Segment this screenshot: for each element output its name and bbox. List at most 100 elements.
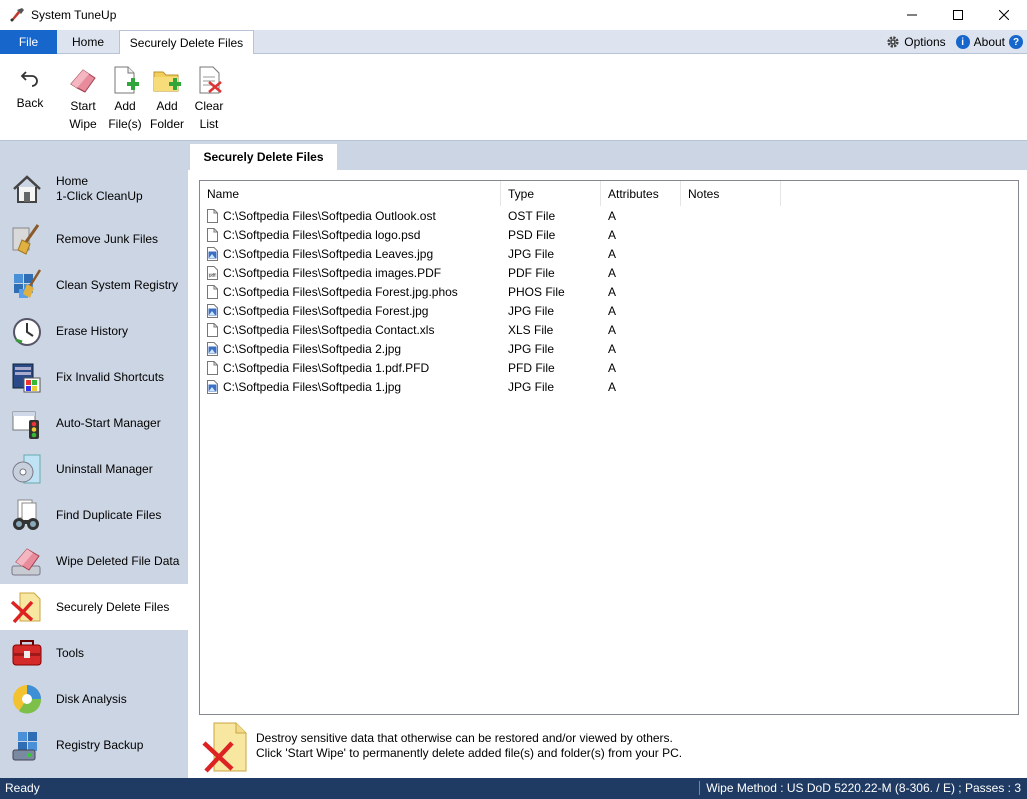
file-list[interactable]: Name Type Attributes Notes C:\Softpedia … [199, 180, 1019, 715]
add-folder-button[interactable]: Add Folder [147, 64, 187, 133]
cell-name: C:\Softpedia Files\Softpedia 1.jpg [207, 377, 401, 396]
file-path: C:\Softpedia Files\Softpedia Forest.jpg.… [223, 284, 458, 299]
back-arrow-icon [20, 71, 38, 87]
cell-attributes: A [608, 265, 617, 280]
close-icon [999, 10, 1009, 20]
disc-icon [12, 454, 41, 484]
sidebar-item-remove-junk-files[interactable]: Remove Junk Files [0, 216, 188, 262]
table-row[interactable]: C:\Softpedia Files\Softpedia 1.pdf.PFD PF… [200, 358, 1018, 377]
start-wipe-label: Start Wipe [69, 99, 97, 131]
cell-attributes: A [608, 341, 617, 356]
status-bar: Ready Wipe Method : US DoD 5220.22-M (8-… [0, 778, 1027, 799]
sidebar-item-label: Disk Analysis [56, 691, 127, 706]
sidebar-item-fix-invalid-shortcuts[interactable]: Fix Invalid Shortcuts [0, 354, 188, 400]
sidebar-item-label: Tools [56, 645, 85, 660]
tab-home[interactable]: Home [57, 30, 119, 54]
sidebar-item-label: Remove Junk Files [56, 231, 159, 246]
add-files-button[interactable]: Add File(s) [105, 64, 145, 133]
sidebar-item-clean-system-registry[interactable]: Clean System Registry [0, 262, 188, 308]
sidebar-item-auto-start-manager[interactable]: Auto-Start Manager [0, 400, 188, 446]
sidebar-item-label: Wipe Deleted File Data [56, 553, 180, 568]
sidebar-item-label: Find Duplicate Files [56, 507, 162, 522]
sidebar-item-securely-delete-files[interactable]: Securely Delete Files [0, 584, 188, 630]
cell-type: PHOS File [508, 284, 565, 299]
minimize-button[interactable] [889, 0, 935, 30]
clear-list-label: Clear List [194, 99, 224, 131]
maximize-button[interactable] [935, 0, 981, 30]
sidebar-item-registry-backup[interactable]: Registry Backup [0, 722, 188, 768]
maximize-icon [953, 10, 963, 20]
column-header-notes[interactable]: Notes [681, 181, 781, 206]
generic-file-icon [207, 208, 223, 223]
info-icon: i [955, 35, 970, 49]
sidebar-item-label: Fix Invalid Shortcuts [56, 369, 165, 384]
sidebar-item-tools[interactable]: Tools [0, 630, 188, 676]
gear-icon [887, 36, 899, 48]
table-row[interactable]: C:\Softpedia Files\Softpedia logo.psd PSD… [200, 225, 1018, 244]
column-header-name[interactable]: Name [200, 181, 501, 206]
file-menu-tab[interactable]: File [0, 30, 57, 54]
shortcut-icon [12, 363, 41, 393]
file-path: C:\Softpedia Files\Softpedia 2.jpg [223, 341, 402, 356]
toolbox-icon [12, 640, 42, 666]
sidebar-item-find-duplicate-files[interactable]: Find Duplicate Files [0, 492, 188, 538]
tab-securely-delete-files[interactable]: Securely Delete Files [119, 30, 254, 55]
add-folder-icon [153, 71, 181, 92]
about-link[interactable]: i About ? [955, 35, 1023, 49]
tab-securely-delete-files-view[interactable]: Securely Delete Files [190, 144, 337, 170]
binoculars-icon [13, 499, 39, 530]
sidebar-item-home[interactable]: Home 1-Click CleanUp [0, 166, 188, 212]
file-path: C:\Softpedia Files\Softpedia logo.psd [223, 227, 421, 242]
info-area: Destroy sensitive data that otherwise ca… [199, 718, 1019, 776]
cell-type: JPG File [508, 303, 555, 318]
cell-type: XLS File [508, 322, 554, 337]
window-title: System TuneUp [31, 8, 117, 22]
cell-type: JPG File [508, 246, 555, 261]
pdf-file-icon: pdf [207, 265, 223, 280]
table-row[interactable]: C:\Softpedia Files\Softpedia Outlook.ost… [200, 206, 1018, 225]
table-row[interactable]: C:\Softpedia Files\Softpedia Forest.jpg J… [200, 301, 1018, 320]
back-button[interactable]: Back [10, 68, 50, 112]
sidebar-item-label: Auto-Start Manager [56, 415, 161, 430]
cell-attributes: A [608, 227, 617, 242]
delete-file-icon [202, 722, 247, 773]
sidebar-item-label: Registry Backup [56, 737, 144, 752]
table-row[interactable]: C:\Softpedia Files\Softpedia Leaves.jpg J… [200, 244, 1018, 263]
sidebar-item-disk-analysis[interactable]: Disk Analysis [0, 676, 188, 722]
image-file-icon [207, 379, 223, 394]
table-row[interactable]: C:\Softpedia Files\Softpedia Forest.jpg.… [200, 282, 1018, 301]
cell-type: PDF File [508, 265, 555, 280]
title-bar: System TuneUp [0, 0, 1027, 30]
table-row[interactable]: pdf C:\Softpedia Files\Softpedia images.P… [200, 263, 1018, 282]
cell-type: PFD File [508, 360, 555, 375]
generic-file-icon [207, 227, 223, 242]
table-row[interactable]: C:\Softpedia Files\Softpedia 2.jpg JPG Fi… [200, 339, 1018, 358]
broom-icon [12, 224, 40, 255]
svg-text:pdf: pdf [209, 272, 216, 277]
column-header-attributes[interactable]: Attributes [601, 181, 681, 206]
sidebar-item-erase-history[interactable]: Erase History [0, 308, 188, 354]
info-text: Destroy sensitive data that otherwise ca… [256, 731, 682, 761]
table-row[interactable]: C:\Softpedia Files\Softpedia 1.jpg JPG Fi… [200, 377, 1018, 396]
help-icon[interactable]: ? [1009, 35, 1023, 49]
start-wipe-button[interactable]: Start Wipe [63, 64, 103, 133]
status-text: Ready [5, 781, 40, 795]
options-link[interactable]: Options [886, 35, 946, 49]
sidebar-item-wipe-deleted-file-data[interactable]: Wipe Deleted File Data [0, 538, 188, 584]
sidebar-item-uninstall-manager[interactable]: Uninstall Manager [0, 446, 188, 492]
file-path: C:\Softpedia Files\Softpedia Contact.xls [223, 322, 435, 337]
table-row[interactable]: C:\Softpedia Files\Softpedia Contact.xls… [200, 320, 1018, 339]
add-folder-label: Add Folder [149, 99, 184, 131]
pie-disk-icon [13, 685, 42, 714]
cell-name: C:\Softpedia Files\Softpedia Leaves.jpg [207, 244, 433, 263]
image-file-icon [207, 303, 223, 318]
traffic-light-icon [12, 411, 39, 439]
column-header-type[interactable]: Type [501, 181, 601, 206]
clock-icon [13, 318, 41, 346]
clear-list-button[interactable]: Clear List [189, 64, 229, 133]
sidebar-item-label: Securely Delete Files [56, 599, 170, 614]
close-button[interactable] [981, 0, 1027, 30]
cell-type: JPG File [508, 341, 555, 356]
cell-attributes: A [608, 360, 617, 375]
cell-name: C:\Softpedia Files\Softpedia 1.pdf.PFD [207, 358, 429, 377]
